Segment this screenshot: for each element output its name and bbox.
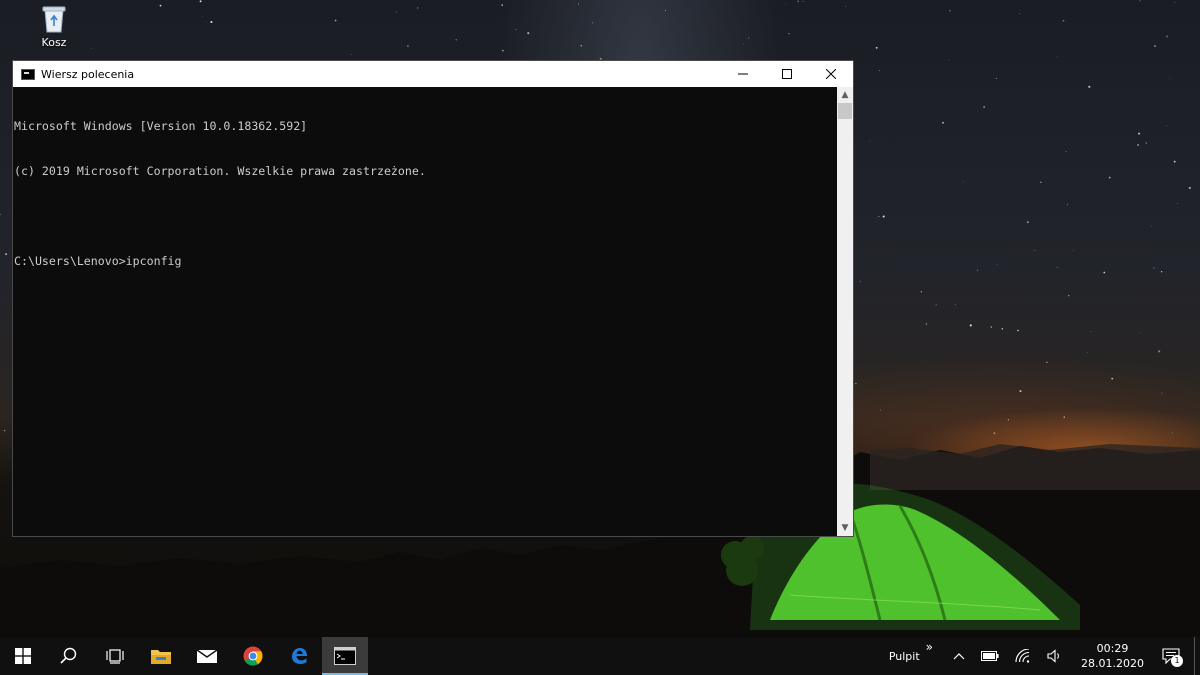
chevron-up-icon xyxy=(953,653,965,660)
show-hidden-icons-button[interactable] xyxy=(945,637,973,675)
desktop-icon-recycle-bin[interactable]: Kosz xyxy=(30,4,78,49)
mail-icon xyxy=(196,649,218,663)
command-prompt-taskbar-button[interactable] xyxy=(322,637,368,675)
console-prompt-line: C:\Users\Lenovo>ipconfig xyxy=(14,254,182,268)
cmd-icon xyxy=(334,647,356,665)
task-view-button[interactable] xyxy=(92,637,138,675)
action-center-button[interactable]: 1 xyxy=(1154,637,1194,675)
minimize-icon xyxy=(738,73,748,75)
speaker-icon xyxy=(1047,649,1059,663)
notification-count-badge: 1 xyxy=(1171,655,1183,667)
windows-logo-icon xyxy=(15,648,31,664)
show-desktop-button[interactable] xyxy=(1194,637,1200,675)
close-button[interactable] xyxy=(809,61,853,87)
battery-button[interactable] xyxy=(973,637,1007,675)
search-button[interactable] xyxy=(46,637,92,675)
minimize-button[interactable] xyxy=(721,61,765,87)
network-button[interactable] xyxy=(1007,637,1039,675)
clock-button[interactable]: 00:29 28.01.2020 xyxy=(1071,637,1154,675)
command-prompt-window[interactable]: Wiersz polecenia Microsoft Windows [Vers… xyxy=(12,60,854,537)
maximize-button[interactable] xyxy=(765,61,809,87)
window-title: Wiersz polecenia xyxy=(41,67,135,81)
vertical-scrollbar[interactable]: ▲ ▼ xyxy=(837,87,853,536)
start-button[interactable] xyxy=(0,637,46,675)
search-icon xyxy=(60,647,77,664)
clock-date: 28.01.2020 xyxy=(1081,657,1144,670)
console-line: (c) 2019 Microsoft Corporation. Wszelkie… xyxy=(14,164,426,178)
task-view-icon xyxy=(106,649,124,664)
window-titlebar[interactable]: Wiersz polecenia xyxy=(13,61,853,87)
folder-icon xyxy=(151,650,171,664)
wifi-icon xyxy=(1015,649,1030,663)
chrome-button[interactable] xyxy=(230,637,276,675)
battery-icon xyxy=(981,651,999,661)
volume-button[interactable] xyxy=(1039,637,1071,675)
clock-time: 00:29 xyxy=(1096,642,1129,655)
scrollbar-thumb[interactable] xyxy=(838,103,852,119)
desktop-toolbar-label: Pulpit xyxy=(888,649,920,663)
console-line: Microsoft Windows [Version 10.0.18362.59… xyxy=(14,119,308,133)
edge-button[interactable] xyxy=(276,637,322,675)
mail-button[interactable] xyxy=(184,637,230,675)
edge-icon xyxy=(292,648,307,664)
close-icon xyxy=(826,69,836,79)
console-output[interactable]: Microsoft Windows [Version 10.0.18362.59… xyxy=(13,87,837,536)
scroll-down-arrow-icon[interactable]: ▼ xyxy=(837,520,853,536)
chrome-icon xyxy=(243,646,263,666)
file-explorer-button[interactable] xyxy=(138,637,184,675)
desktop-toolbar[interactable]: Pulpit » xyxy=(881,637,945,675)
recycle-bin-icon xyxy=(41,4,67,34)
scroll-up-arrow-icon[interactable]: ▲ xyxy=(837,87,853,103)
desktop-icon-label: Kosz xyxy=(41,36,67,49)
maximize-icon xyxy=(782,69,792,79)
chevron-right-icon: » xyxy=(925,640,934,654)
taskbar: Pulpit » 00:29 28.01.2020 1 xyxy=(0,637,1200,675)
cmd-icon xyxy=(21,68,35,80)
system-tray: Pulpit » 00:29 28.01.2020 1 xyxy=(881,637,1200,675)
